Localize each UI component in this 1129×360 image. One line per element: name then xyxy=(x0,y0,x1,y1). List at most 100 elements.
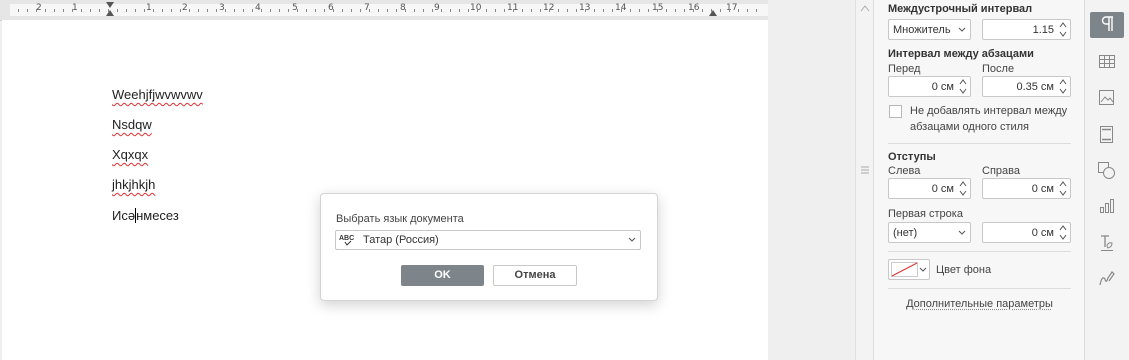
ruler-tick xyxy=(189,9,190,12)
doc-line[interactable]: jhkjhkjh xyxy=(112,177,155,192)
no-spacing-checkbox[interactable] xyxy=(889,105,902,118)
ruler-tick xyxy=(279,9,280,12)
ruler-tick xyxy=(477,9,478,12)
header-footer-icon[interactable] xyxy=(1090,122,1124,148)
stepper-arrows-icon[interactable] xyxy=(1059,223,1067,245)
language-select[interactable]: ABC Татар (Россия) xyxy=(335,230,641,250)
ruler-tick xyxy=(639,9,640,12)
ruler-label: 2 xyxy=(182,3,188,13)
language-abc-check-icon: ABC xyxy=(339,233,357,249)
indent-right-input[interactable]: 0 см xyxy=(982,178,1071,199)
stepper-arrows-icon[interactable] xyxy=(959,179,967,201)
ruler-tick xyxy=(522,9,523,12)
ruler-tick xyxy=(513,9,514,12)
ruler-tick xyxy=(252,9,253,12)
ruler-tick xyxy=(648,9,649,12)
advanced-settings-link[interactable]: Дополнительные параметры xyxy=(874,298,1085,310)
chevron-down-icon xyxy=(958,228,966,238)
doc-line[interactable]: Weehjfjwvwvwv xyxy=(112,87,203,102)
shape-icon[interactable] xyxy=(1090,158,1124,184)
ruler-label: 17 xyxy=(726,3,738,13)
ruler-tick xyxy=(612,9,613,12)
horizontal-ruler[interactable]: 2 1 1 2 3 4 5 6 7 8 9 10 11 12 13 14 15 … xyxy=(0,0,768,21)
ruler-tick xyxy=(18,9,19,12)
signature-icon[interactable] xyxy=(1090,266,1124,292)
ruler-tick xyxy=(720,9,721,12)
doc-line-current[interactable]: Исәнмесез xyxy=(112,208,179,223)
ruler-label: 3 xyxy=(219,3,225,13)
ruler-tick xyxy=(180,9,181,12)
ruler-tick xyxy=(576,9,577,12)
line-spacing-title: Междустрочный интервал xyxy=(888,3,1033,15)
text-art-icon[interactable] xyxy=(1090,230,1124,256)
divider xyxy=(888,251,1071,252)
no-spacing-label-2: абзацами одного стиля xyxy=(910,121,1030,133)
ok-button[interactable]: OK xyxy=(401,265,484,286)
stepper-arrows-icon[interactable] xyxy=(1059,179,1067,201)
ruler-tick xyxy=(567,9,568,12)
ruler-tick xyxy=(81,9,82,12)
stepper-arrows-icon[interactable] xyxy=(1059,77,1067,99)
ruler-tick xyxy=(585,9,586,12)
ruler-tick xyxy=(351,9,352,12)
scroll-grip-icon[interactable] xyxy=(861,165,869,175)
spacing-after-value: 0.35 см xyxy=(1016,81,1054,93)
ruler-tick xyxy=(666,9,667,12)
ruler-tick xyxy=(315,9,316,12)
line-spacing-value: 1.15 xyxy=(1032,24,1054,36)
ruler-tick xyxy=(234,9,235,12)
ruler-tick xyxy=(144,9,145,12)
line-spacing-type-select[interactable]: Множитель xyxy=(888,19,971,40)
ruler-tick xyxy=(558,9,559,12)
ruler-tick xyxy=(108,9,109,12)
background-color-picker[interactable] xyxy=(888,259,930,280)
indent-left-input[interactable]: 0 см xyxy=(888,178,971,199)
document-canvas: 2 1 1 2 3 4 5 6 7 8 9 10 11 12 13 14 15 … xyxy=(0,0,855,360)
ruler-tick xyxy=(531,9,532,12)
ruler-tick xyxy=(693,9,694,12)
no-spacing-label-1: Не добавлять интервал между xyxy=(910,105,1068,117)
line-spacing-input[interactable]: 1.15 xyxy=(982,19,1071,40)
ruler-label: 10 xyxy=(470,3,482,13)
spacing-before-input[interactable]: 0 см xyxy=(888,76,971,97)
image-icon[interactable] xyxy=(1090,86,1124,112)
ruler-tick xyxy=(657,9,658,12)
first-line-type-select[interactable]: (нет) xyxy=(888,222,971,243)
chart-icon[interactable] xyxy=(1090,194,1124,220)
ruler-label: 4 xyxy=(255,3,261,13)
table-icon[interactable] xyxy=(1090,51,1124,77)
ruler-tick xyxy=(711,9,712,12)
svg-text:ABC: ABC xyxy=(339,235,354,242)
doc-line[interactable]: Nsdqw xyxy=(112,117,152,132)
document-page[interactable]: Weehjfjwvwvwv Nsdqw Xqxqx jhkjhkjh Исәнм… xyxy=(2,20,768,360)
first-line-input[interactable]: 0 см xyxy=(982,222,1071,243)
stepper-arrows-icon[interactable] xyxy=(1059,20,1067,42)
ruler-tick xyxy=(621,9,622,12)
ruler-tick xyxy=(729,9,730,12)
paragraph-settings-panel: Междустрочный интервал Множитель 1.15 Ин… xyxy=(873,0,1085,360)
language-select-value: Татар (Россия) xyxy=(363,234,439,246)
ruler-tick xyxy=(630,9,631,12)
ruler-tick xyxy=(405,9,406,12)
stepper-arrows-icon[interactable] xyxy=(959,77,967,99)
paragraph-icon[interactable] xyxy=(1090,12,1124,38)
ruler-tick xyxy=(450,9,451,12)
ruler-tick xyxy=(243,9,244,12)
ruler-tick xyxy=(63,9,64,12)
first-line-indent-marker[interactable] xyxy=(106,2,114,8)
paragraph-spacing-title: Интервал между абзацами xyxy=(888,48,1034,60)
line-spacing-type-value: Множитель xyxy=(893,24,951,36)
cancel-button[interactable]: Отмена xyxy=(493,265,577,286)
right-toolbar xyxy=(1084,0,1129,360)
scroll-up-arrow[interactable] xyxy=(859,0,871,12)
ruler-tick xyxy=(297,9,298,12)
indent-right-label: Справа xyxy=(982,165,1020,177)
indent-left-label: Слева xyxy=(888,165,921,177)
vertical-scrollbar[interactable] xyxy=(855,0,874,360)
chevron-down-icon xyxy=(919,265,927,275)
doc-line[interactable]: Xqxqx xyxy=(112,147,148,162)
ruler-tick xyxy=(342,9,343,12)
spacing-after-input[interactable]: 0.35 см xyxy=(982,76,1071,97)
chevron-down-icon xyxy=(958,25,966,35)
before-label: Перед xyxy=(888,63,921,75)
